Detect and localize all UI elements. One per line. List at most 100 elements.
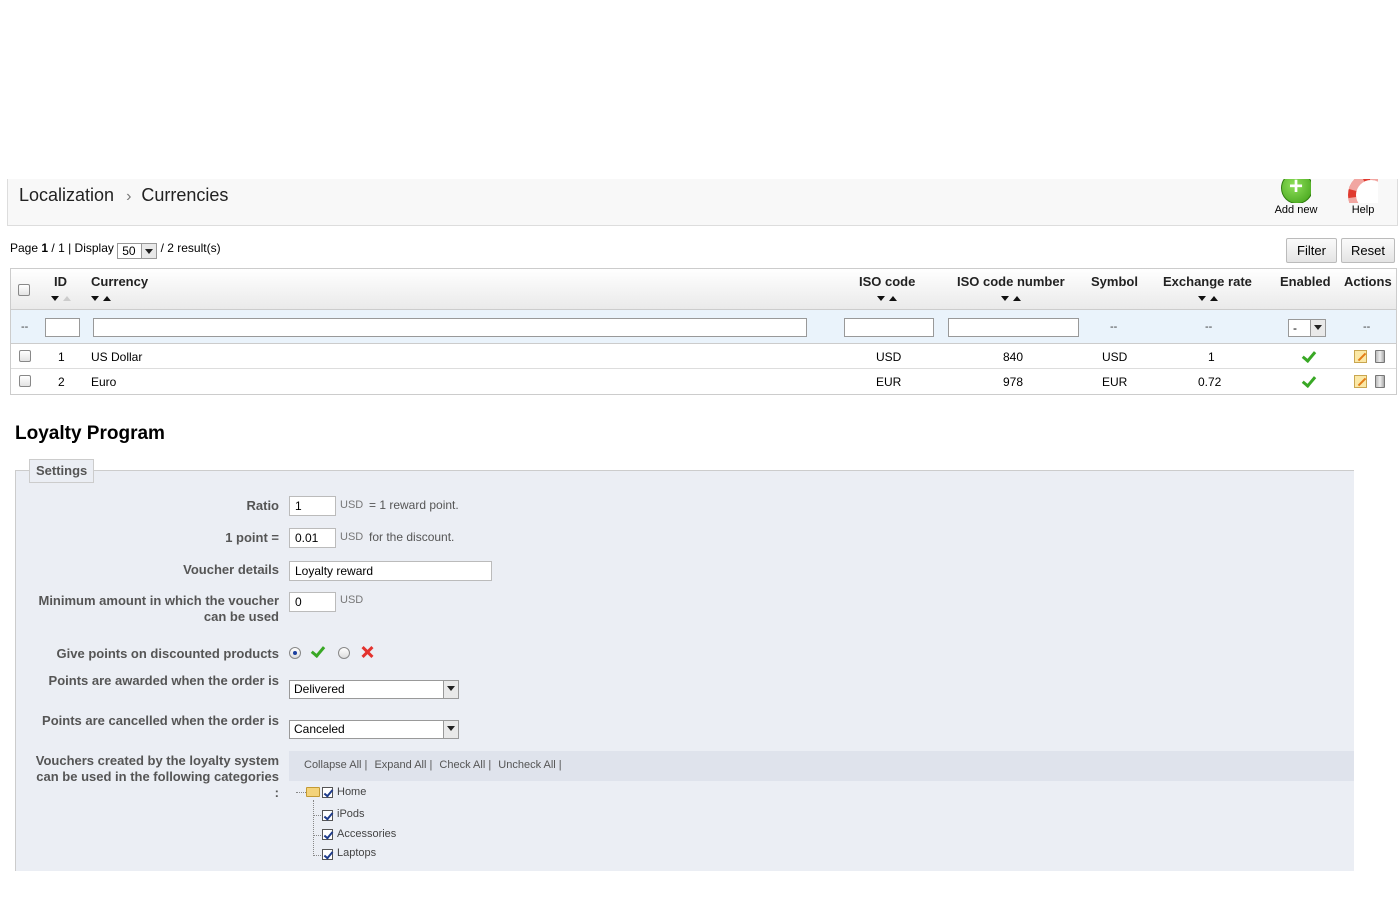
select-all-checkbox[interactable] [18, 284, 30, 296]
collapse-all-link[interactable]: Collapse All | [304, 759, 367, 771]
help-button[interactable]: Help [1345, 179, 1381, 216]
breadcrumb-parent[interactable]: Localization [19, 185, 114, 205]
dropdown-arrow-icon [443, 681, 458, 698]
breadcrumb: Localization › Currencies [19, 185, 228, 206]
categories-label: Vouchers created by the loyalty system c… [36, 753, 279, 801]
uncheck-all-link[interactable]: Uncheck All | [498, 759, 561, 771]
sort-iso-number[interactable] [1001, 296, 1023, 304]
cancelled-status-select[interactable]: Canceled [289, 720, 459, 739]
header-actions: Actions [1344, 274, 1392, 289]
cell-exchange-rate: 1 [1208, 350, 1215, 364]
filter-currency-input[interactable] [93, 318, 807, 337]
reset-button[interactable]: Reset [1341, 238, 1395, 263]
filter-id-input[interactable] [45, 318, 80, 337]
give-points-yes-radio[interactable] [289, 647, 301, 659]
categories-label-line3: : [274, 785, 279, 800]
sort-asc-icon[interactable] [889, 296, 897, 301]
category-checkbox-home[interactable] [322, 787, 333, 798]
cell-id: 1 [58, 350, 65, 364]
cell-iso-number: 978 [1003, 375, 1024, 389]
minimum-amount-label: Minimum amount in which the voucher can … [38, 593, 279, 625]
sort-currency[interactable] [91, 296, 113, 304]
per-page-select[interactable]: 50 [117, 243, 158, 259]
voucher-details-label: Voucher details [183, 562, 279, 577]
category-checkbox-ipods[interactable] [322, 810, 333, 821]
category-checkbox-accessories[interactable] [322, 829, 333, 840]
tree-connector [313, 835, 321, 836]
sort-asc-icon[interactable] [103, 296, 111, 301]
filter-placeholder: -- [1363, 321, 1371, 333]
filter-button[interactable]: Filter [1286, 238, 1337, 263]
per-page-value: 50 [122, 244, 136, 258]
filter-iso-code-input[interactable] [844, 318, 934, 337]
add-new-button[interactable]: + Add new [1273, 179, 1319, 216]
sort-desc-icon[interactable] [91, 296, 99, 301]
filter-enabled-select[interactable]: - [1288, 319, 1326, 337]
filter-placeholder: -- [21, 321, 29, 333]
minimum-amount-label-line1: Minimum amount in which the voucher [38, 593, 279, 608]
table-header: ID Currency ISO code ISO code number Sym… [11, 269, 1396, 310]
cell-iso-code: EUR [876, 375, 902, 389]
edit-icon[interactable] [1354, 375, 1367, 388]
expand-all-link[interactable]: Expand All | [374, 759, 432, 771]
edit-icon[interactable] [1354, 350, 1367, 363]
sort-desc-icon[interactable] [1001, 296, 1009, 301]
yes-check-icon [310, 644, 324, 658]
sort-asc-icon[interactable] [1210, 296, 1218, 301]
point-value-input[interactable]: 0.01 [289, 528, 336, 548]
category-ipods[interactable]: iPods [337, 808, 365, 820]
table-row[interactable]: 2 Euro EUR 978 EUR 0.72 [11, 369, 1396, 394]
row-checkbox[interactable] [19, 375, 31, 387]
tree-connector [313, 855, 321, 856]
sort-desc-icon[interactable] [877, 296, 885, 301]
cell-id: 2 [58, 375, 65, 389]
point-value-label: 1 point = [225, 530, 279, 545]
check-all-link[interactable]: Check All | [439, 759, 491, 771]
awarded-status-label: Points are awarded when the order is [48, 673, 279, 688]
filter-iso-number-input[interactable] [948, 318, 1079, 337]
categories-label-line2: can be used in the following categories [36, 769, 279, 784]
ratio-note: = 1 reward point. [369, 498, 459, 512]
header-enabled: Enabled [1280, 274, 1331, 289]
point-unit: USD [340, 531, 364, 543]
give-points-no-radio[interactable] [338, 647, 350, 659]
help-label: Help [1351, 204, 1375, 216]
enabled-check-icon[interactable] [1301, 349, 1315, 363]
awarded-status-select[interactable]: Delivered [289, 680, 459, 699]
category-checkbox-laptops[interactable] [322, 849, 333, 860]
sort-iso-code[interactable] [877, 296, 899, 304]
sort-id[interactable] [51, 296, 73, 304]
ratio-input[interactable]: 1 [289, 496, 336, 516]
breadcrumb-current: Currencies [141, 185, 229, 205]
voucher-details-input[interactable]: Loyalty reward [289, 561, 492, 581]
trash-icon[interactable] [1375, 350, 1385, 363]
no-cross-icon [360, 645, 374, 659]
table-row[interactable]: 1 US Dollar USD 840 USD 1 [11, 344, 1396, 369]
tree-toolbar: Collapse All | Expand All | Check All | … [289, 751, 1354, 781]
folder-open-icon[interactable] [306, 787, 320, 797]
categories-label-line1: Vouchers created by the loyalty system [35, 753, 279, 768]
page-header: Localization › Currencies + Add new Help [7, 179, 1398, 226]
awarded-status-value: Delivered [294, 682, 345, 696]
page-label: Page [10, 241, 39, 255]
sort-desc-icon[interactable] [51, 296, 59, 301]
cell-symbol: EUR [1102, 375, 1128, 389]
dropdown-arrow-icon [443, 721, 458, 738]
sort-desc-icon[interactable] [1198, 296, 1206, 301]
sort-asc-icon[interactable] [63, 296, 71, 301]
category-home[interactable]: Home [337, 786, 366, 798]
cell-iso-code: USD [876, 350, 902, 364]
sort-asc-icon[interactable] [1013, 296, 1021, 301]
row-checkbox[interactable] [19, 350, 31, 362]
enabled-check-icon[interactable] [1301, 374, 1315, 388]
trash-icon[interactable] [1375, 375, 1385, 388]
point-note: for the discount. [369, 530, 455, 544]
dropdown-arrow-icon [1310, 320, 1325, 336]
category-accessories[interactable]: Accessories [337, 828, 396, 840]
tree-connector [313, 800, 314, 856]
category-laptops[interactable]: Laptops [337, 847, 376, 859]
minimum-amount-input[interactable]: 0 [289, 592, 336, 612]
cell-exchange-rate: 0.72 [1198, 375, 1222, 389]
sort-exchange-rate[interactable] [1198, 296, 1220, 304]
filter-row: -- -- -- - -- [11, 310, 1396, 344]
